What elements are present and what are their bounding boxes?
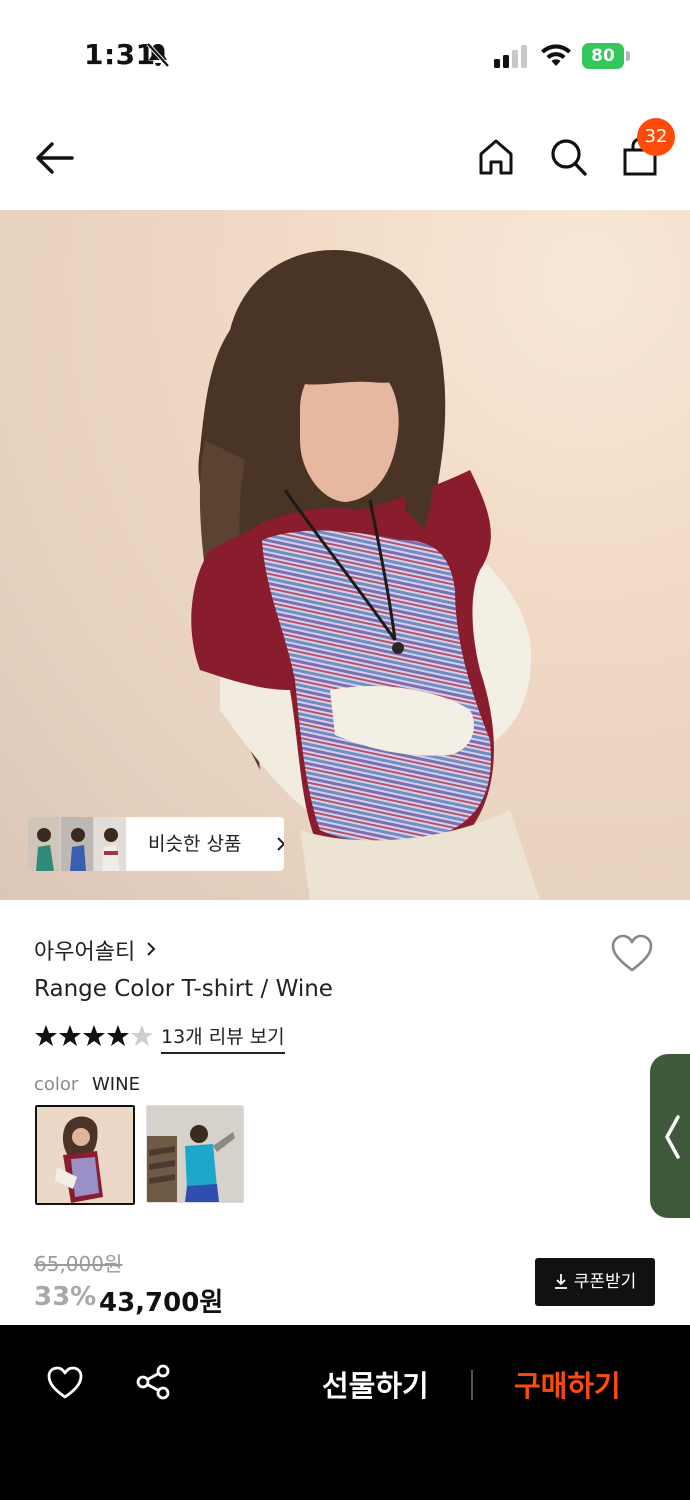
product-photo [191,250,540,900]
share-icon[interactable] [134,1363,172,1401]
similar-thumbs-image [28,817,126,871]
battery-cap [626,51,630,61]
color-value: WINE [92,1074,140,1095]
similar-products-thumbnails [28,817,126,871]
swatch-blue-image [147,1106,243,1202]
back-arrow-icon[interactable] [32,138,78,178]
rating-stars [35,1025,153,1046]
original-price: 65,000원 [34,1252,123,1276]
swatch-wine-image [37,1107,133,1203]
home-icon[interactable] [476,136,516,178]
color-swatch-blue[interactable] [146,1105,244,1203]
side-drawer-tab[interactable] [650,1054,690,1218]
buy-button[interactable]: 구매하기 [514,1363,621,1405]
bell-slash-icon [146,42,170,68]
chevron-right-icon [277,837,284,851]
sale-price: 43,700원 [99,1288,224,1318]
battery-level: 80 [591,46,615,66]
product-image[interactable]: 비슷한 상품 [0,210,690,900]
divider [471,1370,473,1400]
status-time: 1:31 [84,38,156,71]
get-coupon-label: 쿠폰받기 [573,1272,637,1292]
cart-count-badge: 32 [637,118,675,156]
battery-indicator: 80 [582,43,630,69]
brand-link[interactable]: 아우어솔티 [34,934,135,966]
color-label: color [34,1074,79,1095]
gift-button[interactable]: 선물하기 [322,1363,429,1405]
heart-outline-icon[interactable] [46,1365,84,1401]
status-bar: 1:31 80 [0,0,690,110]
search-icon[interactable] [548,136,588,178]
top-nav-bar: 32 [0,110,690,210]
chevron-left-icon [665,1115,680,1159]
discount-rate: 33% [34,1282,97,1312]
similar-products-label: 비슷한 상품 [148,833,242,855]
bottom-action-bar: 선물하기 구매하기 [0,1325,690,1500]
get-coupon-button[interactable]: 쿠폰받기 [535,1258,655,1306]
cellular-signal-icon [494,45,527,68]
view-reviews-link[interactable]: 13개 리뷰 보기 [161,1022,285,1054]
download-icon [554,1274,567,1289]
color-swatch-wine[interactable] [35,1105,135,1205]
product-detail-screen: 1:31 80 32 비슷한 상품 아우어솔티 Range Color T-sh… [0,0,690,1500]
heart-outline-icon[interactable] [610,934,654,974]
chevron-right-icon [147,942,156,956]
similar-products-chip[interactable]: 비슷한 상품 [28,817,284,871]
wifi-icon [541,44,571,66]
product-title: Range Color T-shirt / Wine [34,976,333,1002]
